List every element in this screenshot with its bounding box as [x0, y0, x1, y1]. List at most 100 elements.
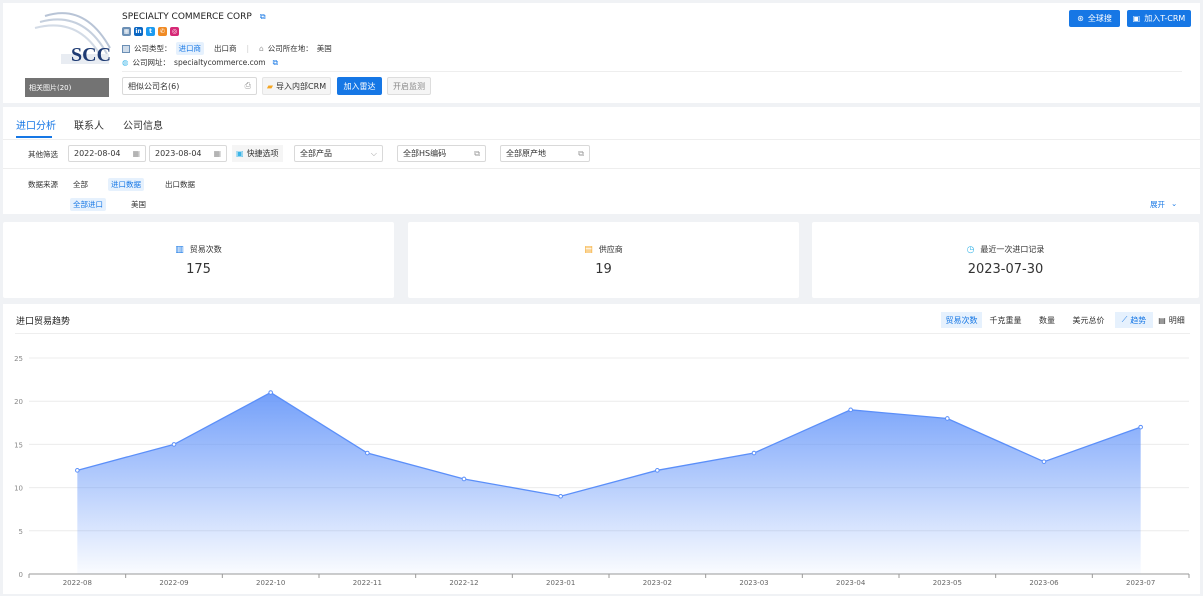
tab-import-analysis[interactable]: 进口分析: [16, 117, 56, 132]
y-tick-label: 25: [14, 355, 23, 363]
sub-all-import[interactable]: 全部进口: [70, 198, 106, 211]
y-tick-label: 5: [19, 528, 23, 536]
view-tab-detail-label: 明细: [1168, 315, 1185, 325]
stat-card-trades: ▥ 贸易次数 175: [3, 222, 394, 298]
data-point: [1041, 459, 1047, 464]
global-search-button[interactable]: ⊛ 全球搜: [1069, 10, 1120, 27]
clock-icon: ◷: [966, 244, 975, 255]
add-radar-button[interactable]: 加入雷达: [337, 77, 382, 95]
building-icon: ▤: [584, 244, 593, 255]
related-images-overlay[interactable]: 相关图片(20): [25, 78, 109, 97]
metric-tab-usd[interactable]: 美元总价: [1068, 312, 1109, 328]
stat-card-last-import: ◷ 最近一次进口记录 2023-07-30: [812, 222, 1199, 298]
x-tick-label: 2023-05: [933, 579, 962, 587]
date-start-field[interactable]: 2022-08-04 ▦: [68, 145, 146, 162]
data-point: [171, 442, 177, 447]
linkedin-icon[interactable]: in: [134, 27, 143, 36]
similar-companies-field[interactable]: 相似公司名(6) ⎙: [122, 77, 257, 95]
product-select-value: 全部产品: [300, 149, 332, 158]
quick-options-button[interactable]: ▣ 快捷选项: [232, 145, 283, 162]
stat-value: 2023-07-30: [967, 262, 1044, 277]
tab-company-info[interactable]: 公司信息: [123, 117, 163, 132]
source-export-data[interactable]: 出口数据: [165, 179, 195, 190]
data-point: [461, 476, 467, 482]
location-icon: ⌂: [259, 44, 264, 53]
data-point: [945, 416, 950, 421]
phone-icon[interactable]: ✆: [158, 27, 167, 36]
data-point: [1138, 424, 1143, 430]
x-tick-label: 2022-08: [63, 579, 92, 587]
copy-icon[interactable]: ⧉: [260, 12, 266, 22]
date-end-field[interactable]: 2023-08-04 ▦: [149, 145, 227, 162]
x-tick-label: 2023-06: [1029, 579, 1059, 587]
view-tab-trend[interactable]: ⟋ 趋势: [1115, 312, 1153, 328]
filter-label: 其他筛选: [28, 150, 58, 159]
chevron-down-icon: ⌄: [1171, 199, 1178, 208]
data-point: [751, 450, 757, 456]
origin-value: 全部原产地: [506, 149, 546, 158]
view-tab-trend-label: 趋势: [1130, 315, 1147, 325]
copy-website-icon[interactable]: ⧉: [273, 58, 278, 68]
stat-label: 最近一次进口记录: [980, 245, 1045, 254]
instagram-icon[interactable]: ◎: [170, 27, 179, 36]
source-import-data[interactable]: 进口数据: [108, 178, 144, 191]
chevron-down-icon: ⌵: [370, 148, 377, 158]
product-select[interactable]: 全部产品 ⌵: [294, 145, 383, 162]
data-point: [75, 468, 80, 473]
y-tick-label: 0: [19, 571, 23, 579]
trend-title: 进口贸易趋势: [16, 317, 71, 327]
y-tick-label: 10: [14, 485, 23, 493]
tabs-divider: [3, 139, 1200, 140]
bar-chart-icon: ▥: [175, 244, 184, 255]
x-tick-label: 2022-10: [256, 579, 285, 587]
add-tcrm-label: 加入T-CRM: [1144, 14, 1186, 23]
list-icon: ⧉: [474, 148, 480, 158]
divider: |: [246, 44, 250, 53]
sub-usa[interactable]: 美国: [131, 199, 146, 210]
hs-code-select[interactable]: 全部HS编码 ⧉: [397, 145, 486, 162]
expand-toggle[interactable]: 展开 ⌄: [1150, 199, 1177, 210]
x-tick-label: 2022-09: [159, 579, 188, 587]
source-all[interactable]: 全部: [73, 179, 88, 190]
stat-value: 19: [595, 262, 612, 277]
view-tab-detail[interactable]: ▤ 明细: [1154, 312, 1189, 328]
header-divider: [122, 71, 1182, 72]
type-tag-importer: 进口商: [175, 42, 204, 55]
import-crm-button[interactable]: ▰ 导入内部CRM: [262, 77, 331, 95]
tcrm-icon: ▣: [1132, 14, 1141, 23]
tab-contacts[interactable]: 联系人: [74, 117, 104, 132]
website-link[interactable]: specialtycommerce.com: [174, 58, 266, 67]
list-icon: ⧉: [578, 148, 584, 158]
source-label: 数据来源: [28, 180, 58, 189]
type-tag-exporter: 出口商: [214, 44, 237, 53]
stat-label: 供应商: [598, 245, 623, 254]
line-chart-icon: ⟋: [1121, 315, 1128, 324]
folder-icon: ▰: [266, 81, 274, 91]
data-point: [365, 450, 370, 456]
metric-tab-quantity[interactable]: 数量: [1030, 312, 1064, 328]
company-name: SPECIALTY COMMERCE CORP: [122, 12, 252, 22]
add-tcrm-button[interactable]: ▣ 加入T-CRM: [1127, 10, 1191, 27]
hs-code-value: 全部HS编码: [403, 149, 447, 158]
calendar-icon: ▦: [213, 149, 221, 158]
origin-select[interactable]: 全部原产地 ⧉: [500, 145, 590, 162]
data-point: [558, 493, 563, 499]
global-search-label: 全球搜: [1087, 14, 1112, 23]
stat-label: 贸易次数: [189, 245, 222, 254]
import-crm-label: 导入内部CRM: [276, 81, 327, 91]
metric-tab-trades[interactable]: 贸易次数: [941, 312, 982, 328]
open-monitor-button[interactable]: 开启监测: [387, 77, 431, 95]
calendar-icon: ▦: [132, 149, 140, 158]
company-type-icon: [122, 44, 130, 53]
website-icon[interactable]: ▦: [122, 27, 131, 36]
metric-tab-weight[interactable]: 千克重量: [985, 312, 1026, 328]
data-point: [848, 407, 853, 413]
x-tick-label: 2023-02: [643, 579, 672, 587]
twitter-icon[interactable]: t: [146, 27, 155, 36]
x-tick-label: 2023-01: [546, 579, 575, 587]
x-tick-label: 2023-04: [836, 579, 866, 587]
active-tab-underline: [16, 136, 52, 138]
date-start-value: 2022-08-04: [74, 149, 121, 158]
company-logo[interactable]: SCC 相关图片(20): [25, 8, 112, 97]
logo-text: SCC: [71, 44, 112, 66]
